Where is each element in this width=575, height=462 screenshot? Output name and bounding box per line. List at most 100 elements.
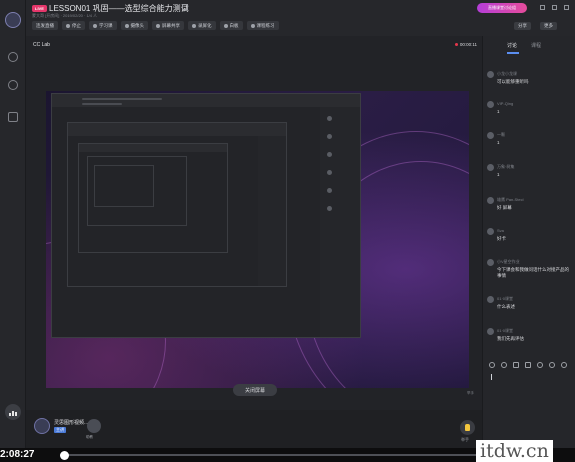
close-icon[interactable]: [564, 5, 569, 10]
end-share-button[interactable]: 关闭屏幕: [233, 384, 277, 396]
settings-icon[interactable]: [561, 362, 567, 368]
chat-text: 今下课会和我做问话什么对接产品的事情: [497, 267, 569, 278]
nested-title-line: [82, 98, 162, 100]
chat-text: 1: [497, 140, 500, 145]
nested-avatar: [327, 170, 332, 175]
chat-text: 好卡: [497, 236, 506, 241]
nested-chat: [320, 107, 360, 337]
playback-time: 2:08:27: [0, 449, 35, 460]
smile-icon[interactable]: [501, 362, 507, 368]
progress-knob[interactable]: [60, 451, 69, 460]
toolbar-button[interactable]: 连发直播: [32, 21, 58, 30]
nested-chat: [258, 136, 286, 286]
nested-subtitle-line: [82, 103, 122, 105]
user-avatar: [487, 132, 494, 139]
user-avatar: [487, 101, 494, 108]
app-logo: [5, 12, 21, 28]
toolbar: 连发直播 停止 学习课 摄像头 屏幕共享 录屏化 白板 课程练习: [32, 21, 279, 30]
nested-avatar: [327, 206, 332, 211]
nested-titlebar: [52, 94, 360, 107]
chat-username: 01·0课堂: [497, 328, 514, 333]
chat-text: 好 屏幕: [497, 205, 512, 210]
chat-username: 小龙小龙课: [497, 71, 517, 76]
hand-icon: [465, 424, 470, 431]
progress-track[interactable]: [64, 454, 484, 456]
minimize-icon[interactable]: [540, 5, 545, 10]
tab-course[interactable]: 课程: [531, 42, 541, 49]
user-avatar: [487, 197, 494, 204]
toolbar-button[interactable]: 课程练习: [246, 21, 279, 30]
toolbar-button[interactable]: 学习课: [89, 21, 117, 30]
chat-username: 小V星空作业: [497, 259, 520, 264]
nested-window: [78, 143, 228, 253]
nested-avatar: [327, 134, 332, 139]
watermark: itdw.cn: [476, 440, 553, 462]
record-dot-icon: [454, 43, 458, 46]
bell-icon[interactable]: [549, 362, 555, 368]
nested-window: [94, 165, 154, 207]
user-avatar: [487, 71, 494, 78]
chat-text: 1: [497, 172, 500, 177]
nested-titlebar: [79, 144, 227, 152]
chat-username: 一颗: [497, 132, 505, 137]
nested-titlebar: [68, 123, 286, 136]
chat-text: 什么表述: [497, 304, 515, 309]
nested-avatar: [327, 152, 332, 157]
nested-window: [51, 93, 361, 338]
more-button[interactable]: 更多: [540, 22, 557, 30]
main-stage: CC Lab 00:00:11 关闭屏幕 举手: [26, 36, 482, 410]
toolbar-button[interactable]: 屏幕共享: [152, 21, 184, 30]
document-icon[interactable]: [8, 112, 18, 122]
window-controls: [540, 5, 569, 10]
stop-icon: [66, 23, 70, 28]
toolbar-button[interactable]: 停止: [62, 21, 85, 30]
promo-banner[interactable]: 直播课堂讨论组: [477, 3, 527, 13]
cc-label: CC Lab: [33, 42, 50, 48]
toolbar-button[interactable]: 白板: [219, 21, 243, 30]
whiteboard-icon: [223, 23, 228, 28]
chat-icon[interactable]: [8, 80, 18, 90]
presenter-bar: 灵思图形视频... 主讲 助教 举手: [26, 410, 482, 448]
image-icon[interactable]: [513, 362, 519, 368]
mic-level-icon[interactable]: [5, 404, 21, 420]
user-avatar: [487, 228, 494, 235]
open-external-icon[interactable]: [182, 4, 188, 10]
chat-username: VIP-Qing: [497, 101, 514, 106]
user-avatar: [487, 259, 494, 266]
user-avatar: [487, 164, 494, 171]
presenter-role-tag: 主讲: [54, 427, 66, 433]
user-avatar: [487, 328, 494, 335]
presenter-avatar: [34, 418, 50, 434]
raise-hand-label: 举手: [461, 437, 469, 442]
emoji-icon[interactable]: [489, 362, 495, 368]
raise-hand-button[interactable]: [460, 420, 475, 435]
nested-window: [67, 122, 287, 287]
camera-icon: [124, 23, 129, 28]
tab-discussion[interactable]: 讨论: [507, 42, 517, 49]
record-icon: [192, 23, 196, 28]
chat-text: 我们先再评估: [497, 336, 524, 341]
active-tab-indicator: [507, 52, 519, 54]
nested-avatar: [327, 188, 332, 193]
toolbar-button[interactable]: 录屏化: [188, 21, 216, 30]
chat-input[interactable]: [491, 374, 492, 380]
raise-hand-tip: 举手: [467, 391, 474, 395]
toolbar-button[interactable]: 摄像头: [120, 21, 148, 30]
nested-window: [87, 156, 187, 226]
user-avatar: [487, 296, 494, 303]
chat-username: 雄鹰 Pan-Stecl: [497, 197, 524, 202]
assistant-avatar[interactable]: [87, 419, 101, 433]
home-icon[interactable]: [8, 52, 18, 62]
lesson-subtitle: 蒙大哥 [开房间] · 2019/02/20 · 1/4 人: [32, 13, 98, 18]
mute-icon[interactable]: [537, 362, 543, 368]
assistant-label: 助教: [86, 435, 93, 439]
chat-panel: 讨论 课程 小龙小龙课 可以能够重听吗 VIP-Qing 1 一颗 1 万象·树…: [482, 36, 575, 448]
share-button[interactable]: 分享: [514, 22, 531, 30]
presenter-name: 灵思图形视频...: [54, 420, 89, 426]
chat-text: 1: [497, 109, 500, 114]
maximize-icon[interactable]: [552, 5, 557, 10]
chat-text: 可以能够重听吗: [497, 79, 529, 84]
live-badge: LIVE: [32, 5, 47, 12]
screenshot-icon[interactable]: [525, 362, 531, 368]
left-rail: [0, 0, 26, 462]
